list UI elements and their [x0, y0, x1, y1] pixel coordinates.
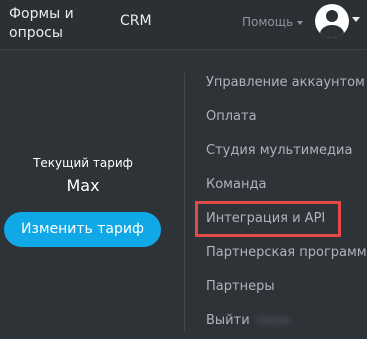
menu-item-label: Партнеры — [206, 279, 275, 294]
chevron-down-icon — [297, 20, 304, 25]
menu-item-label: Партнерская программа — [206, 245, 367, 260]
menu-item-account-management[interactable]: Управление аккаунтом — [196, 66, 367, 100]
redacted-username — [255, 316, 290, 325]
menu-item-label: Выйти — [206, 313, 250, 328]
menu-item-media-studio[interactable]: Студия мультимедиа — [196, 134, 367, 168]
help-label: Помощь — [242, 15, 294, 29]
current-plan-label: Текущий тариф — [33, 156, 133, 170]
user-icon-body — [320, 25, 344, 38]
avatar[interactable] — [315, 4, 349, 38]
menu-item-label: Управление аккаунтом — [206, 75, 365, 90]
change-plan-button[interactable]: Изменить тариф — [4, 212, 161, 247]
caret-down-icon[interactable] — [352, 17, 360, 22]
vertical-divider — [184, 73, 185, 331]
nav-crm[interactable]: CRM — [120, 13, 152, 30]
menu-item-label: Интеграция и API — [206, 211, 326, 226]
menu-item-billing[interactable]: Оплата — [196, 100, 367, 134]
nav-forms-and-surveys[interactable]: Формы и опросы — [9, 5, 99, 43]
user-icon — [326, 10, 338, 22]
menu-item-label: Студия мультимедиа — [206, 143, 353, 158]
menu-item-label: Команда — [206, 177, 267, 192]
menu-item-logout[interactable]: Выйти — [196, 304, 367, 338]
menu-item-partners[interactable]: Партнеры — [196, 270, 367, 304]
menu-item-integration-api[interactable]: Интеграция и API — [195, 201, 341, 237]
menu-item-label: Оплата — [206, 109, 257, 124]
account-menu: Управление аккаунтом Оплата Студия мульт… — [195, 66, 367, 338]
menu-item-team[interactable]: Команда — [196, 168, 367, 202]
help-menu[interactable]: Помощь — [242, 15, 304, 30]
top-navigation-bar: Формы и опросы CRM Помощь — [0, 0, 367, 50]
current-plan-name: Max — [66, 176, 100, 195]
menu-item-partner-program[interactable]: Партнерская программа — [196, 236, 367, 270]
